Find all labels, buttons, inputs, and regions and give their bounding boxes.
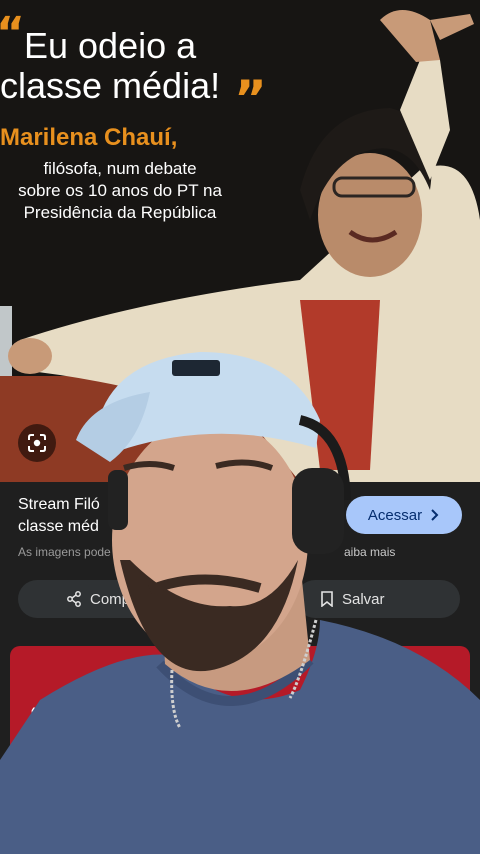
share-icon	[67, 591, 81, 607]
share-label: Compa	[90, 590, 139, 608]
save-label: Salvar	[342, 590, 385, 608]
caption-line-2: sobre os 10 anos do PT na	[18, 181, 222, 200]
caption-line-1: filósofa, num debate	[43, 159, 197, 178]
chevron-right-icon	[431, 509, 439, 521]
result-image[interactable]: “ Eu odeio a classe média! ” Marilena Ch…	[0, 0, 480, 482]
visit-button[interactable]: Acessar	[346, 496, 462, 534]
save-button[interactable]: Salvar	[296, 580, 460, 618]
poster-caption: filósofa, num debate sobre os 10 anos do…	[0, 158, 240, 224]
headline-line-2: classe média!	[0, 65, 221, 106]
bookmark-icon	[321, 591, 333, 607]
card-logo-icon	[92, 669, 112, 680]
poster-author: Marilena Chauí,	[0, 124, 178, 151]
caption-line-3: Presidência da República	[23, 203, 217, 222]
google-lens-icon[interactable]	[18, 424, 56, 462]
headline-line-1: Eu odeio a	[24, 25, 197, 66]
result-title[interactable]: Stream Filó classe méd	[18, 494, 188, 538]
visit-label: Acessar	[367, 506, 423, 524]
learn-more-link[interactable]: aiba mais	[344, 545, 395, 559]
quote-close-mark: ”	[234, 70, 267, 128]
related-result-card[interactable]: “	[10, 646, 470, 786]
image-disclaimer: As imagens pode aiba mais	[18, 545, 398, 559]
disclaimer-text: As imagens pode	[18, 545, 111, 559]
card-quote-mark: “	[30, 704, 41, 723]
poster-headline: Eu odeio a classe média!	[0, 26, 270, 106]
share-button[interactable]: Compa	[18, 580, 238, 618]
